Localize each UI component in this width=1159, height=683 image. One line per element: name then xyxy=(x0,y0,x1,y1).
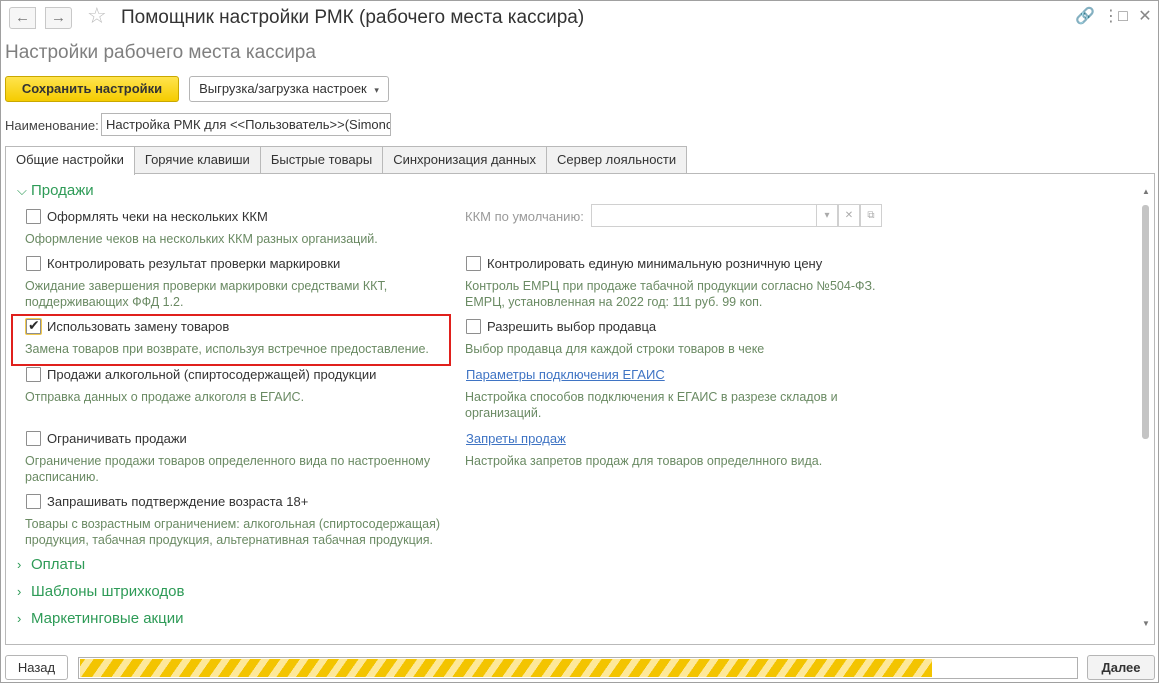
name-field[interactable]: Настройка РМК для <<Пользователь>>(Simon… xyxy=(101,113,391,136)
min-price-hint: Контроль ЕМРЦ при продаже табачной проду… xyxy=(465,279,876,309)
chevron-right-icon: › xyxy=(17,611,22,626)
tab-loyalty-server[interactable]: Сервер лояльности xyxy=(545,146,688,174)
egais-params-hint: Настройка способов подключения к ЕГАИС в… xyxy=(465,390,838,420)
seller-choice-hint: Выбор продавца для каждой строки товаров… xyxy=(465,342,765,356)
chevron-down-icon: ▾ xyxy=(374,85,379,95)
chevron-right-icon: › xyxy=(17,584,22,599)
kkm-default-field[interactable] xyxy=(591,204,817,227)
tab-hotkeys[interactable]: Горячие клавиши xyxy=(133,146,261,174)
tab-divider xyxy=(132,173,1155,174)
open-icon[interactable]: ⧉ xyxy=(860,204,882,227)
chevron-right-icon: › xyxy=(17,557,22,572)
min-price-label[interactable]: Контролировать единую минимальную рознич… xyxy=(487,256,822,271)
scroll-up-icon[interactable]: ▲ xyxy=(1142,187,1150,196)
highlight-frame xyxy=(11,314,451,366)
multi-kkm-hint: Оформление чеков на нескольких ККМ разны… xyxy=(25,232,378,246)
age-confirm-hint: Товары с возрастным ограничением: алкого… xyxy=(25,517,441,547)
link-icon[interactable]: 🔗 xyxy=(1075,7,1095,27)
progress-fill xyxy=(80,659,932,677)
clear-icon[interactable]: ✕ xyxy=(838,204,860,227)
tab-sync[interactable]: Синхронизация данных xyxy=(382,146,547,174)
assistant-window: ← → ☆ Помощник настройки РМК (рабочего м… xyxy=(0,0,1159,683)
age-confirm-label[interactable]: Запрашивать подтверждение возраста 18+ xyxy=(47,494,308,509)
alcohol-sales-label[interactable]: Продажи алкогольной (спиртосодержащей) п… xyxy=(47,367,376,382)
restrict-sales-hint: Ограничение продажи товаров определенног… xyxy=(25,454,431,484)
section-payments-title: Оплаты xyxy=(31,556,86,573)
seller-choice-label[interactable]: Разрешить выбор продавца xyxy=(487,319,656,334)
close-icon[interactable]: ✕ xyxy=(1135,7,1155,27)
min-price-checkbox[interactable] xyxy=(466,256,481,271)
star-icon[interactable]: ☆ xyxy=(87,4,107,28)
section-sales-title: Продажи xyxy=(31,182,94,199)
page-subtitle: Настройки рабочего места кассира xyxy=(5,42,316,63)
chevron-down-icon: ⌵ xyxy=(17,183,27,198)
export-import-label: Выгрузка/загрузка настроек xyxy=(199,81,367,96)
section-sales[interactable]: ⌵ Продажи xyxy=(17,182,94,199)
maximize-icon[interactable]: □ xyxy=(1113,7,1133,27)
tab-bar: Общие настройки Горячие клавиши Быстрые … xyxy=(5,146,688,175)
seller-choice-checkbox[interactable] xyxy=(466,319,481,334)
tab-quick-goods[interactable]: Быстрые товары xyxy=(259,146,384,174)
chevron-down-icon[interactable]: ▾ xyxy=(816,204,838,227)
section-barcode-templates[interactable]: › Шаблоны штрихкодов xyxy=(17,583,184,600)
back-arrow-icon[interactable]: ← xyxy=(9,7,36,29)
section-marketing-title: Маркетинговые акции xyxy=(31,610,184,627)
marking-check-checkbox[interactable] xyxy=(26,256,41,271)
restrict-sales-label[interactable]: Ограничивать продажи xyxy=(47,431,187,446)
save-settings-button[interactable]: Сохранить настройки xyxy=(5,76,179,102)
section-marketing[interactable]: › Маркетинговые акции xyxy=(17,610,183,627)
scrollbar-thumb[interactable] xyxy=(1142,205,1149,439)
sales-bans-link[interactable]: Запреты продаж xyxy=(466,431,566,446)
title-bar: ← → ☆ Помощник настройки РМК (рабочего м… xyxy=(1,1,1158,35)
sales-bans-hint: Настройка запретов продаж для товаров оп… xyxy=(465,454,823,468)
name-label: Наименование: xyxy=(5,118,99,133)
multi-kkm-label[interactable]: Оформлять чеки на нескольких ККМ xyxy=(47,209,268,224)
forward-arrow-icon[interactable]: → xyxy=(45,7,72,29)
multi-kkm-checkbox[interactable] xyxy=(26,209,41,224)
marking-check-hint: Ожидание завершения проверки маркировки … xyxy=(25,279,388,309)
marking-check-label[interactable]: Контролировать результат проверки маркир… xyxy=(47,256,340,271)
alcohol-sales-checkbox[interactable] xyxy=(26,367,41,382)
section-payments[interactable]: › Оплаты xyxy=(17,556,85,573)
kkm-default-label: ККМ по умолчанию: xyxy=(465,209,584,224)
export-import-button[interactable]: Выгрузка/загрузка настроек ▾ xyxy=(189,76,389,102)
alcohol-sales-hint: Отправка данных о продаже алкоголя в ЕГА… xyxy=(25,390,305,404)
age-confirm-checkbox[interactable] xyxy=(26,494,41,509)
back-button[interactable]: Назад xyxy=(5,655,68,680)
scroll-down-icon[interactable]: ▼ xyxy=(1142,619,1150,628)
tab-general[interactable]: Общие настройки xyxy=(5,146,135,175)
egais-params-link[interactable]: Параметры подключения ЕГАИС xyxy=(466,367,665,382)
window-title: Помощник настройки РМК (рабочего места к… xyxy=(121,7,585,28)
restrict-sales-checkbox[interactable] xyxy=(26,431,41,446)
section-barcode-templates-title: Шаблоны штрихкодов xyxy=(31,583,185,600)
progress-bar xyxy=(78,657,1078,679)
next-button[interactable]: Далее xyxy=(1087,655,1155,680)
